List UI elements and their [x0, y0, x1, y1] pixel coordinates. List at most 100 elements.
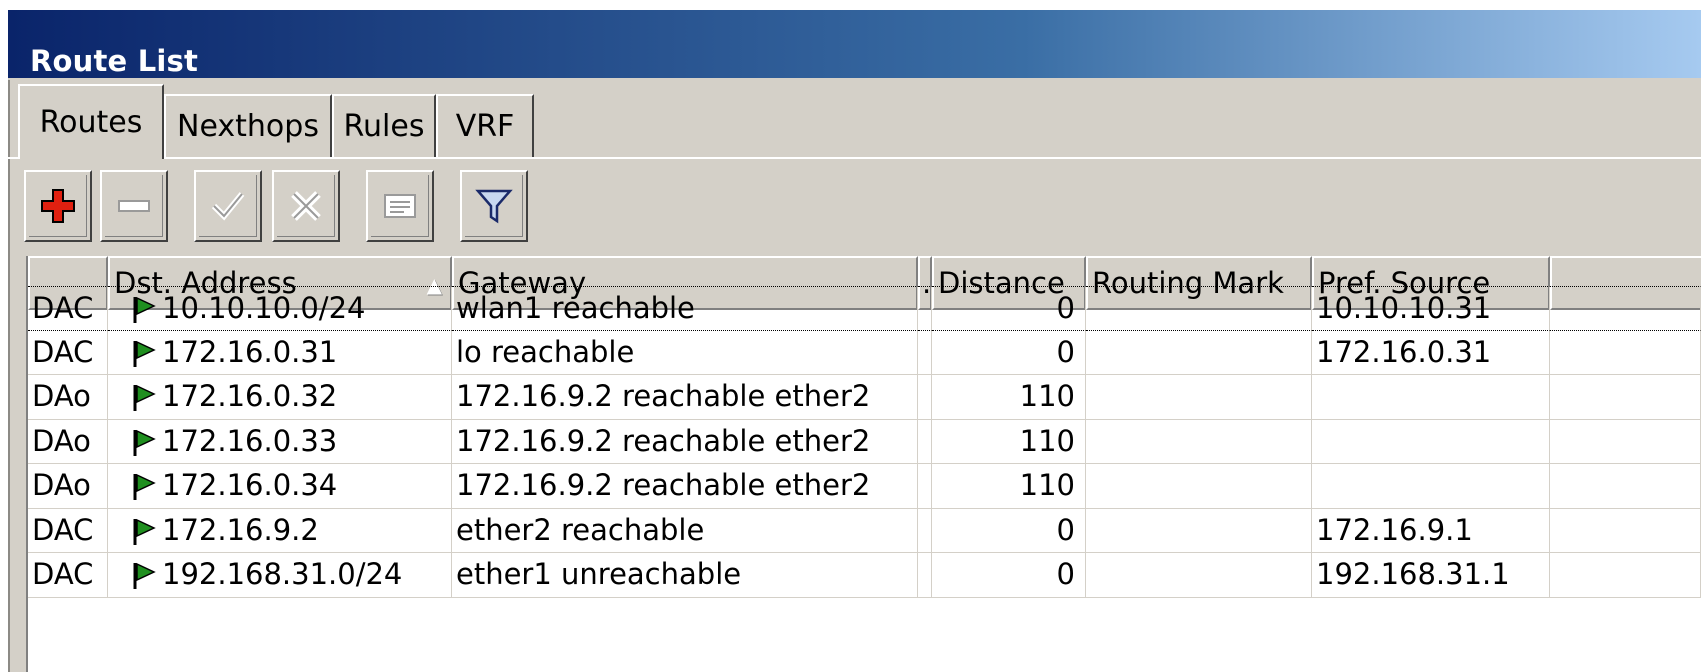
cell-gateway: lo reachable — [452, 330, 918, 375]
cell-pref-source-text: 192.168.31.1 — [1316, 557, 1510, 591]
cell-flags-text: DAo — [32, 379, 91, 413]
cell-gateway: ether2 reachable — [452, 508, 918, 553]
cell-dst-address: 172.16.0.32 — [108, 375, 452, 420]
cell-gateway: ether1 unreachable — [452, 553, 918, 598]
cell-narrow — [918, 508, 932, 553]
cell-pref-source: 172.16.0.31 — [1312, 330, 1550, 375]
route-active-flag-icon — [133, 340, 156, 367]
tab-nexthops[interactable]: Nexthops — [164, 94, 332, 157]
add-button[interactable] — [24, 170, 92, 242]
cell-dst-address: 192.168.31.0/24 — [108, 553, 452, 598]
cell-gateway-text: lo reachable — [456, 334, 635, 369]
cell-filler — [1550, 419, 1701, 464]
tab-rules[interactable]: Rules — [332, 94, 436, 157]
cell-gateway: 172.16.9.2 reachable ether2 — [452, 419, 918, 464]
cell-narrow — [918, 464, 932, 509]
cell-pref-source — [1312, 464, 1550, 509]
tab-rules-label: Rules — [343, 109, 425, 144]
cell-pref-source: 172.16.9.1 — [1312, 508, 1550, 553]
cell-gateway: 172.16.9.2 reachable ether2 — [452, 375, 918, 420]
cell-flags-text: DAC — [32, 334, 94, 369]
cell-filler — [1550, 286, 1701, 331]
cell-flags: DAo — [28, 419, 108, 464]
cell-routing-mark — [1086, 553, 1312, 598]
table-row[interactable]: DAC 172.16.9.2 ether2 reachable 0 172.16.9.1 — [28, 508, 1701, 557]
cell-filler — [1550, 375, 1701, 420]
cell-routing-mark — [1086, 464, 1312, 509]
table-row[interactable]: DAC 172.16.0.31 lo reachable 0 172.16.0.31 — [28, 330, 1701, 379]
cell-gateway-text: ether2 reachable — [456, 512, 705, 547]
cell-dst-address-text: 10.10.10.0/24 — [162, 291, 366, 325]
tab-nexthops-label: Nexthops — [177, 109, 319, 144]
cell-pref-source: 192.168.31.1 — [1312, 553, 1550, 598]
cell-gateway-text: 172.16.9.2 reachable ether2 — [456, 379, 871, 413]
cell-dst-address: 172.16.0.33 — [108, 419, 452, 464]
route-active-flag-icon — [133, 384, 156, 411]
cell-dst-address: 172.16.9.2 — [108, 508, 452, 553]
cell-distance-text: 110 — [1019, 379, 1075, 413]
cell-flags: DAC — [28, 553, 108, 598]
cell-dst-address-text: 172.16.0.34 — [162, 468, 338, 502]
cell-distance-text: 0 — [1056, 557, 1075, 591]
tab-routes-label: Routes — [39, 105, 143, 140]
cell-flags-text: DAC — [32, 291, 94, 325]
cell-dst-address: 10.10.10.0/24 — [108, 286, 452, 331]
cell-flags: DAC — [28, 330, 108, 375]
enable-button[interactable] — [194, 170, 262, 242]
table-row[interactable]: DAo 172.16.0.33 172.16.9.2 reachable ether… — [28, 419, 1701, 468]
cell-pref-source-text: 172.16.9.1 — [1316, 512, 1473, 547]
comment-icon — [383, 193, 416, 218]
cell-routing-mark — [1086, 330, 1312, 375]
cell-distance-text: 110 — [1019, 468, 1075, 502]
cell-gateway-text: 172.16.9.2 reachable ether2 — [456, 468, 871, 502]
cell-flags: DAo — [28, 375, 108, 420]
table-row[interactable]: DAo 172.16.0.32 172.16.9.2 reachable ether… — [28, 375, 1701, 423]
cell-narrow — [918, 286, 932, 331]
tab-strip-line — [8, 157, 1701, 159]
cell-routing-mark — [1086, 375, 1312, 420]
cell-narrow — [918, 330, 932, 375]
cell-distance-text: 0 — [1056, 291, 1075, 325]
cell-gateway-text: 172.16.9.2 reachable ether2 — [456, 423, 871, 458]
cell-distance: 0 — [932, 508, 1086, 553]
route-active-flag-icon — [133, 296, 156, 323]
filter-button[interactable] — [460, 170, 528, 242]
tab-routes[interactable]: Routes — [18, 84, 164, 159]
cell-distance: 0 — [932, 330, 1086, 375]
tab-vrf[interactable]: VRF — [436, 94, 534, 157]
route-active-flag-icon — [133, 562, 156, 589]
cell-distance: 110 — [932, 464, 1086, 509]
cell-dst-address-text: 172.16.0.32 — [162, 379, 338, 413]
cell-filler — [1550, 553, 1701, 598]
cell-narrow — [918, 419, 932, 464]
cell-distance-text: 0 — [1056, 512, 1075, 547]
title-bar[interactable]: Route List — [8, 10, 1701, 80]
cell-pref-source — [1312, 419, 1550, 464]
cell-dst-address-text: 172.16.0.31 — [162, 334, 338, 369]
table-row[interactable]: DAo 172.16.0.34 172.16.9.2 reachable ether… — [28, 464, 1701, 512]
cell-pref-source: 10.10.10.31 — [1312, 286, 1550, 331]
comment-button[interactable] — [366, 170, 434, 242]
cell-filler — [1550, 330, 1701, 375]
table-row[interactable]: DAC 192.168.31.0/24 ether1 unreachable 0 192… — [28, 553, 1701, 601]
cell-distance: 0 — [932, 553, 1086, 598]
cell-gateway: wlan1 reachable — [452, 286, 918, 331]
cell-distance-text: 0 — [1056, 334, 1075, 369]
filter-icon — [474, 189, 513, 223]
cell-flags-text: DAo — [32, 423, 91, 458]
tab-vrf-label: VRF — [455, 109, 515, 144]
cell-distance: 110 — [932, 375, 1086, 420]
cell-routing-mark — [1086, 508, 1312, 553]
cell-filler — [1550, 508, 1701, 553]
cell-pref-source-text: 172.16.0.31 — [1316, 334, 1492, 369]
table-row[interactable]: DAC 10.10.10.0/24 wlan1 reachable 0 10.10.10… — [28, 286, 1701, 334]
window-title: Route List — [30, 44, 199, 78]
cell-distance: 0 — [932, 286, 1086, 331]
cell-distance-text: 110 — [1019, 423, 1075, 458]
cell-narrow — [918, 375, 932, 420]
disable-button[interactable] — [272, 170, 340, 242]
minus-icon — [117, 199, 150, 212]
cross-icon — [290, 190, 321, 221]
remove-button[interactable] — [100, 170, 168, 242]
cell-gateway-text: wlan1 reachable — [456, 291, 695, 325]
